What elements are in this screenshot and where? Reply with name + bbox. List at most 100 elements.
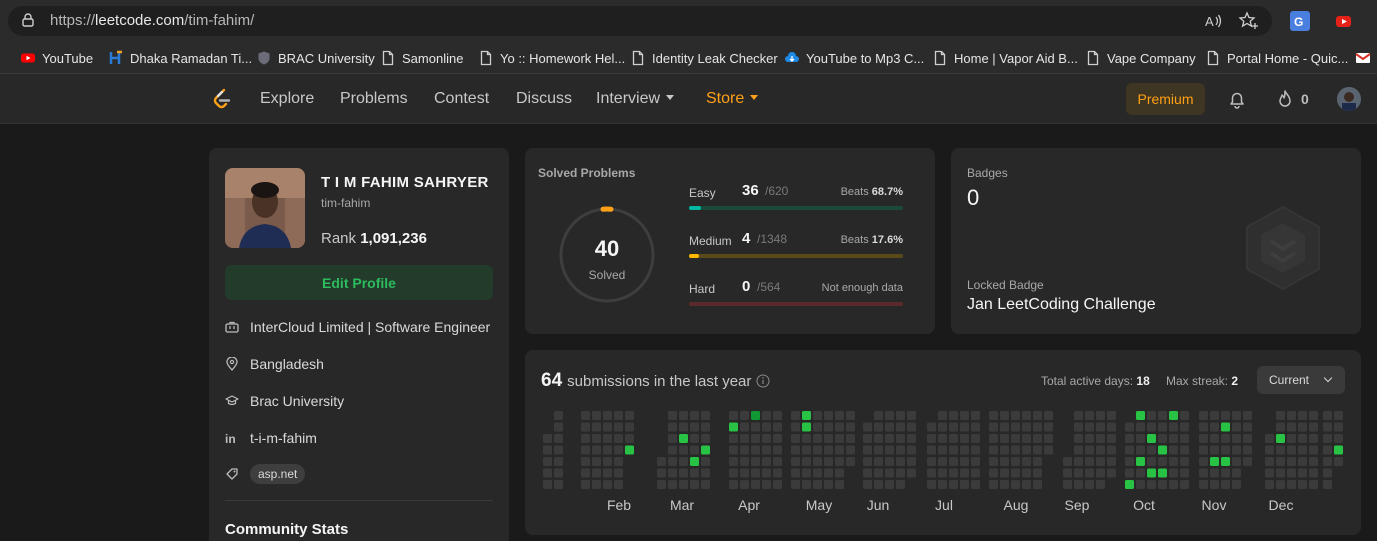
heatmap-cell[interactable] [614, 422, 623, 432]
locked-badge-icon[interactable] [1243, 205, 1323, 291]
heatmap-cell[interactable] [554, 468, 563, 478]
heatmap-cell[interactable] [791, 457, 800, 466]
heatmap-cell[interactable] [729, 434, 738, 443]
heatmap-cell[interactable] [668, 468, 677, 478]
heatmap-cell[interactable] [1085, 457, 1094, 466]
heatmap-cell[interactable] [813, 422, 822, 432]
heatmap-cell[interactable] [824, 468, 833, 478]
heatmap-cell[interactable] [1136, 434, 1145, 443]
heatmap-cell[interactable] [938, 468, 947, 478]
heatmap-cell[interactable] [701, 434, 710, 443]
bookmark-item[interactable]: Dhaka Ramadan Ti... [108, 48, 252, 68]
heatmap-cell[interactable] [1221, 480, 1230, 489]
heatmap-cell[interactable] [874, 457, 883, 466]
heatmap-cell[interactable] [1096, 480, 1105, 489]
heatmap-cell[interactable] [581, 434, 590, 443]
heatmap-cell[interactable] [1000, 480, 1009, 489]
premium-button[interactable]: Premium [1126, 83, 1205, 115]
heatmap-cell[interactable] [554, 457, 563, 466]
info-icon[interactable] [756, 374, 770, 388]
heatmap-cell[interactable] [690, 468, 699, 478]
heatmap-cell[interactable] [960, 468, 969, 478]
heatmap-cell[interactable] [1334, 434, 1343, 443]
heatmap-cell[interactable] [543, 434, 552, 443]
heatmap-cell[interactable] [802, 480, 811, 489]
bookmark-item[interactable]: Vape Company [1085, 48, 1196, 68]
heatmap-cell[interactable] [592, 457, 601, 466]
heatmap-cell[interactable] [813, 480, 822, 489]
heatmap-cell[interactable] [1074, 480, 1083, 489]
heatmap-cell[interactable] [863, 434, 872, 443]
heatmap-cell[interactable] [1323, 468, 1332, 478]
heatmap-cell[interactable] [846, 434, 855, 443]
heatmap-cell[interactable] [729, 457, 738, 466]
heatmap-cell[interactable] [1011, 457, 1020, 466]
heatmap-cell[interactable] [1022, 434, 1031, 443]
heatmap-cell[interactable] [863, 468, 872, 478]
heatmap-cell[interactable] [679, 445, 688, 455]
heatmap-cell[interactable] [989, 468, 998, 478]
heatmap-cell-active[interactable] [1136, 457, 1145, 466]
heatmap-cell[interactable] [1199, 468, 1208, 478]
heatmap-cell-active[interactable] [1221, 422, 1230, 432]
heatmap-cell[interactable] [1125, 422, 1134, 432]
heatmap-cell[interactable] [1085, 480, 1094, 489]
heatmap-cell[interactable] [1074, 445, 1083, 455]
heatmap-cell[interactable] [960, 457, 969, 466]
heatmap-cell[interactable] [824, 480, 833, 489]
heatmap-cell[interactable] [1011, 422, 1020, 432]
heatmap-cell[interactable] [949, 468, 958, 478]
heatmap-cell[interactable] [762, 434, 771, 443]
heatmap-cell[interactable] [907, 434, 916, 443]
heatmap-cell[interactable] [989, 434, 998, 443]
heatmap-cell[interactable] [1232, 445, 1241, 455]
heatmap-cell[interactable] [896, 411, 905, 420]
heatmap-cell[interactable] [1221, 434, 1230, 443]
heatmap-cell[interactable] [1334, 422, 1343, 432]
heatmap-cell[interactable] [1199, 434, 1208, 443]
heatmap-cell[interactable] [960, 480, 969, 489]
heatmap-cell[interactable] [581, 457, 590, 466]
heatmap-cell[interactable] [927, 434, 936, 443]
heatmap-cell[interactable] [657, 457, 666, 466]
heatmap-cell[interactable] [1287, 434, 1296, 443]
heatmap-cell[interactable] [1022, 480, 1031, 489]
heatmap-cell[interactable] [1210, 445, 1219, 455]
heatmap-cell[interactable] [1044, 445, 1053, 455]
heatmap-cell[interactable] [1243, 434, 1252, 443]
heatmap-cell[interactable] [1180, 445, 1189, 455]
heatmap-cell[interactable] [729, 480, 738, 489]
heatmap-cell[interactable] [592, 422, 601, 432]
heatmap-cell[interactable] [668, 422, 677, 432]
heatmap-cell-active[interactable] [1158, 468, 1167, 478]
heatmap-cell[interactable] [1096, 468, 1105, 478]
heatmap-cell[interactable] [581, 422, 590, 432]
heatmap-cell[interactable] [1000, 445, 1009, 455]
heatmap-cell[interactable] [773, 480, 782, 489]
heatmap-cell-active[interactable] [1158, 445, 1167, 455]
heatmap-cell[interactable] [1022, 445, 1031, 455]
heatmap-cell[interactable] [668, 411, 677, 420]
heatmap-cell[interactable] [1033, 457, 1042, 466]
heatmap-cell[interactable] [1022, 457, 1031, 466]
heatmap-cell[interactable] [885, 422, 894, 432]
heatmap-cell[interactable] [762, 457, 771, 466]
heatmap-cell[interactable] [701, 457, 710, 466]
heatmap-cell[interactable] [554, 434, 563, 443]
heatmap-cell[interactable] [938, 445, 947, 455]
heatmap-cell[interactable] [1265, 457, 1274, 466]
heatmap-cell[interactable] [1074, 411, 1083, 420]
heatmap-cell[interactable] [701, 411, 710, 420]
leetcode-logo-icon[interactable] [210, 87, 234, 111]
heatmap-cell[interactable] [949, 422, 958, 432]
heatmap-cell[interactable] [543, 480, 552, 489]
heatmap-cell[interactable] [740, 434, 749, 443]
heatmap-cell[interactable] [1147, 422, 1156, 432]
heatmap-cell[interactable] [1169, 457, 1178, 466]
heatmap-cell[interactable] [1309, 434, 1318, 443]
nav-interview[interactable]: Interview [596, 90, 675, 108]
heatmap-cell-active[interactable] [751, 411, 760, 420]
heatmap-cell[interactable] [690, 434, 699, 443]
heatmap-cell[interactable] [1232, 468, 1241, 478]
heatmap-cell[interactable] [813, 457, 822, 466]
